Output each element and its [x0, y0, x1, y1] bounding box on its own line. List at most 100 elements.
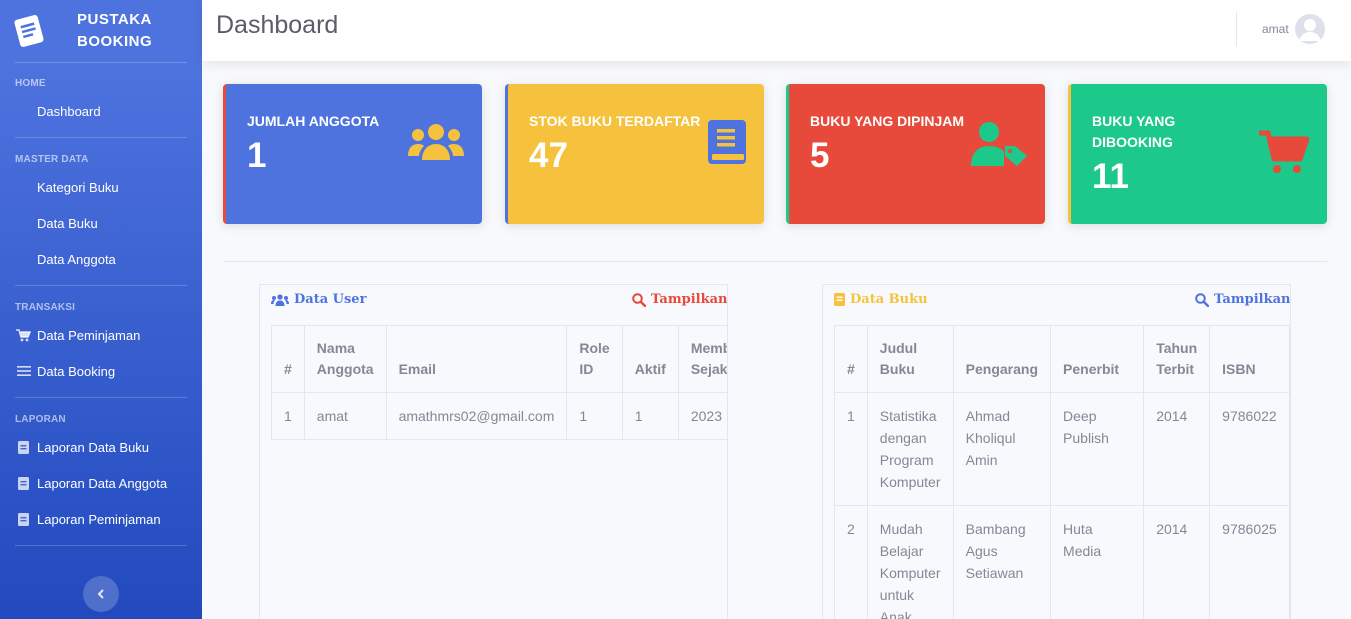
column-header: # [271, 325, 305, 393]
table-row: 1 amat amathmrs02@gmail.com 1 1 2023 [271, 392, 727, 440]
user-avatar-icon [1295, 14, 1325, 44]
table-cell: Ahmad Kholiqul Amin [952, 392, 1052, 506]
card-value: 47 [529, 136, 568, 175]
sidebar-item-data-booking[interactable]: Data Booking [0, 353, 202, 389]
sidebar-item-label: Laporan Peminjaman [37, 511, 161, 527]
blank-icon [16, 252, 31, 266]
book-table: # Judul Buku Pengarang Penerbit Tahun Te… [834, 325, 1290, 619]
sidebar-item-data-peminjaman[interactable]: Data Peminjaman [0, 317, 202, 353]
table-cell: 2 [834, 505, 868, 619]
users-icon [408, 122, 464, 167]
tampilkan-buku-button[interactable]: Tampilkan [1195, 292, 1290, 307]
sidebar-item-laporan-peminjaman[interactable]: Laporan Peminjaman [0, 501, 202, 537]
card-buku-dipinjam: BUKU YANG DIPINJAM 5 [786, 84, 1045, 224]
table-cell: 2014 [1143, 505, 1211, 619]
page-title: Dashboard [216, 11, 339, 39]
column-header: Member Sejak [677, 325, 727, 393]
panel-header: Data User Tampilkan [260, 285, 727, 315]
book-icon [708, 120, 746, 169]
brand[interactable]: PUSTAKA BOOKING [0, 0, 202, 62]
sidebar-item-label: Laporan Data Buku [37, 439, 150, 455]
table-cell: 1 [566, 392, 623, 440]
table-cell: Deep Publish [1050, 392, 1145, 506]
book-icon [834, 293, 845, 306]
table-cell: 1 [271, 392, 305, 440]
sidebar-heading-master-data: MASTER DATA [15, 154, 89, 165]
sidebar-item-label: Laporan Data Anggota [37, 475, 168, 491]
panel-data-user: Data User Tampilkan # Nama Anggota Email… [259, 284, 728, 619]
book-icon [16, 512, 31, 526]
sidebar-item-data-anggota[interactable]: Data Anggota [0, 241, 202, 277]
table-cell: 1 [621, 392, 679, 440]
user-table: # Nama Anggota Email Role ID Aktif Membe… [271, 325, 727, 440]
button-label: Tampilkan [1214, 292, 1291, 307]
table-cell: 2014 [1143, 392, 1211, 506]
book-icon [8, 10, 50, 52]
card-value: 11 [1092, 157, 1129, 196]
table-row: 2 Mudah Belajar Komputer untuk Anak Bamb… [834, 505, 1290, 619]
users-icon [271, 293, 289, 306]
table-cell: 1 [834, 392, 868, 506]
sidebar-item-laporan-data-buku[interactable]: Laporan Data Buku [0, 429, 202, 465]
cart-icon [16, 328, 31, 342]
column-header: Nama Anggota [303, 325, 387, 393]
table-cell: Statistika dengan Program Komputer [866, 392, 954, 506]
sidebar-heading-laporan: LAPORAN [15, 414, 66, 425]
sidebar-heading-transaksi: TRANSAKSI [15, 302, 76, 313]
sidebar-item-label: Data Booking [37, 363, 116, 379]
column-header: Penerbit [1050, 325, 1145, 393]
panel-title: Data User [271, 292, 366, 307]
table-row: 1 Statistika dengan Program Komputer Ahm… [834, 392, 1290, 506]
column-header: Role ID [566, 325, 623, 393]
table-cell: 9786022 [1209, 392, 1290, 506]
sidebar-item-label: Data Anggota [37, 251, 116, 267]
table-cell: Mudah Belajar Komputer untuk Anak [866, 505, 954, 619]
sidebar-item-kategori-buku[interactable]: Kategori Buku [0, 169, 202, 205]
tampilkan-user-button[interactable]: Tampilkan [632, 292, 727, 307]
panel-header: Data Buku Tampilkan [823, 285, 1290, 315]
panel-title: Data Buku [834, 292, 928, 307]
sidebar-divider [15, 545, 187, 546]
column-header: Aktif [621, 325, 679, 393]
blank-icon [16, 104, 31, 118]
card-label: JUMLAH ANGGOTA [247, 113, 380, 129]
brand-line-2: BOOKING [77, 33, 153, 50]
table-cell: amat [303, 392, 387, 440]
card-stok-buku: STOK BUKU TERDAFTAR 47 [505, 84, 764, 224]
sidebar-item-label: Data Peminjaman [37, 327, 141, 343]
user-name[interactable]: amat [1262, 22, 1289, 36]
card-label: BUKU YANG DIPINJAM [810, 113, 965, 129]
blank-icon [16, 180, 31, 194]
list-icon [16, 364, 31, 378]
card-label: BUKU YANG DIBOOKING [1092, 113, 1176, 150]
search-icon [1195, 292, 1209, 307]
button-label: Tampilkan [651, 292, 728, 307]
table-cell: Huta Media [1050, 505, 1145, 619]
sidebar-item-laporan-data-anggota[interactable]: Laporan Data Anggota [0, 465, 202, 501]
user-tag-icon [971, 122, 1027, 171]
sidebar-item-data-buku[interactable]: Data Buku [0, 205, 202, 241]
topbar-divider [1236, 12, 1237, 46]
sidebar-item-label: Data Buku [37, 215, 98, 231]
brand-line-1: PUSTAKA [77, 11, 152, 28]
sidebar-toggle-button[interactable] [83, 576, 119, 612]
card-jumlah-anggota: JUMLAH ANGGOTA 1 [223, 84, 482, 224]
content-divider [223, 261, 1327, 262]
table-cell: 2023 [677, 392, 727, 440]
card-value: 1 [247, 136, 267, 175]
avatar[interactable] [1295, 14, 1325, 44]
book-icon [16, 440, 31, 454]
sidebar-heading-home: HOME [15, 78, 46, 89]
table-header-row: # Nama Anggota Email Role ID Aktif Membe… [271, 325, 727, 393]
topbar: Dashboard amat [202, 0, 1351, 61]
brand-name: PUSTAKA BOOKING [77, 9, 152, 53]
cart-icon [1259, 130, 1310, 179]
chevron-left-icon [97, 586, 105, 602]
column-header: Email [385, 325, 568, 393]
column-header: Judul Buku [866, 325, 954, 393]
sidebar-item-dashboard[interactable]: Dashboard [0, 93, 202, 129]
column-header: Tahun Terbit [1143, 325, 1211, 393]
table-cell: amathmrs02@gmail.com [385, 392, 568, 440]
column-header: Pengarang [952, 325, 1052, 393]
table-cell: Bambang Agus Setiawan [952, 505, 1052, 619]
